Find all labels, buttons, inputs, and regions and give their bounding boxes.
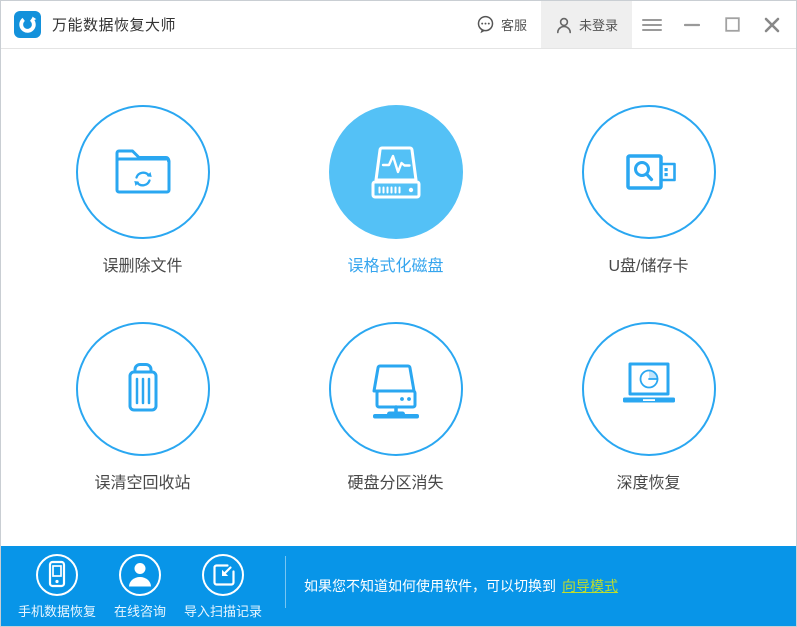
- footer-bar: 手机数据恢复 在线咨询 导入扫描记录 如果您不知道如何使用软件，可以切换到 向导…: [1, 546, 796, 626]
- page-title: 万能数据恢复大师: [52, 14, 176, 35]
- mode-deep-recovery[interactable]: 深度恢复: [522, 322, 775, 493]
- mode-circle: [76, 105, 210, 239]
- mode-label: 硬盘分区消失: [347, 469, 443, 493]
- login-status-label: 未登录: [579, 15, 618, 34]
- hint-text: 如果您不知道如何使用软件，可以切换到: [304, 576, 556, 596]
- phone-recovery-button[interactable]: 手机数据恢复: [9, 546, 105, 620]
- user-icon: [555, 16, 573, 34]
- footer-divider: [285, 556, 286, 608]
- minimize-button[interactable]: [672, 1, 712, 48]
- mode-circle: [329, 105, 463, 239]
- deep-recovery-icon: [609, 349, 689, 429]
- online-consult-icon: [117, 552, 163, 598]
- footer-action-label: 在线咨询: [114, 601, 166, 620]
- close-icon: [764, 17, 780, 33]
- titlebar-actions: 客服 未登录: [462, 1, 792, 48]
- maximize-icon: [725, 17, 740, 32]
- usb-storage-icon: [609, 132, 689, 212]
- online-consult-button[interactable]: 在线咨询: [105, 546, 175, 620]
- mode-recycle-bin[interactable]: 误清空回收站: [16, 322, 269, 493]
- chat-bubble-icon: [476, 15, 495, 34]
- mode-label: 误格式化磁盘: [347, 252, 443, 276]
- recycle-bin-icon: [103, 349, 183, 429]
- mode-partition-lost[interactable]: 硬盘分区消失: [269, 322, 522, 493]
- mode-circle: [582, 322, 716, 456]
- app-logo-icon: [14, 11, 41, 38]
- footer-action-label: 导入扫描记录: [184, 601, 262, 620]
- mode-circle: [329, 322, 463, 456]
- login-status-button[interactable]: 未登录: [541, 1, 632, 48]
- footer-hint: 如果您不知道如何使用软件，可以切换到 向导模式: [304, 546, 618, 626]
- mode-label: 误清空回收站: [94, 469, 190, 493]
- title-bar: 万能数据恢复大师 客服 未登录: [1, 1, 796, 49]
- import-scan-button[interactable]: 导入扫描记录: [175, 546, 271, 620]
- app-window: 万能数据恢复大师 客服 未登录: [0, 0, 797, 627]
- mode-deleted-files[interactable]: 误删除文件: [16, 105, 269, 276]
- mode-circle: [76, 322, 210, 456]
- formatted-disk-icon: [356, 132, 436, 212]
- mode-label: U盘/储存卡: [608, 252, 688, 276]
- close-button[interactable]: [752, 1, 792, 48]
- mode-label: 深度恢复: [616, 469, 680, 493]
- customer-service-button[interactable]: 客服: [462, 1, 541, 48]
- folder-recycle-icon: [103, 132, 183, 212]
- wizard-mode-link[interactable]: 向导模式: [562, 576, 618, 596]
- minimize-icon: [684, 23, 700, 27]
- phone-recovery-icon: [34, 552, 80, 598]
- maximize-button[interactable]: [712, 1, 752, 48]
- mode-usb-storage[interactable]: U盘/储存卡: [522, 105, 775, 276]
- footer-action-label: 手机数据恢复: [18, 601, 96, 620]
- recovery-mode-grid: 误删除文件 误格式化磁盘: [16, 49, 775, 493]
- import-scan-icon: [200, 552, 246, 598]
- menu-button[interactable]: [632, 1, 672, 48]
- hamburger-icon: [642, 18, 662, 32]
- mode-circle: [582, 105, 716, 239]
- partition-lost-icon: [356, 349, 436, 429]
- mode-label: 误删除文件: [102, 252, 182, 276]
- mode-formatted-disk[interactable]: 误格式化磁盘: [269, 105, 522, 276]
- customer-service-label: 客服: [501, 15, 527, 34]
